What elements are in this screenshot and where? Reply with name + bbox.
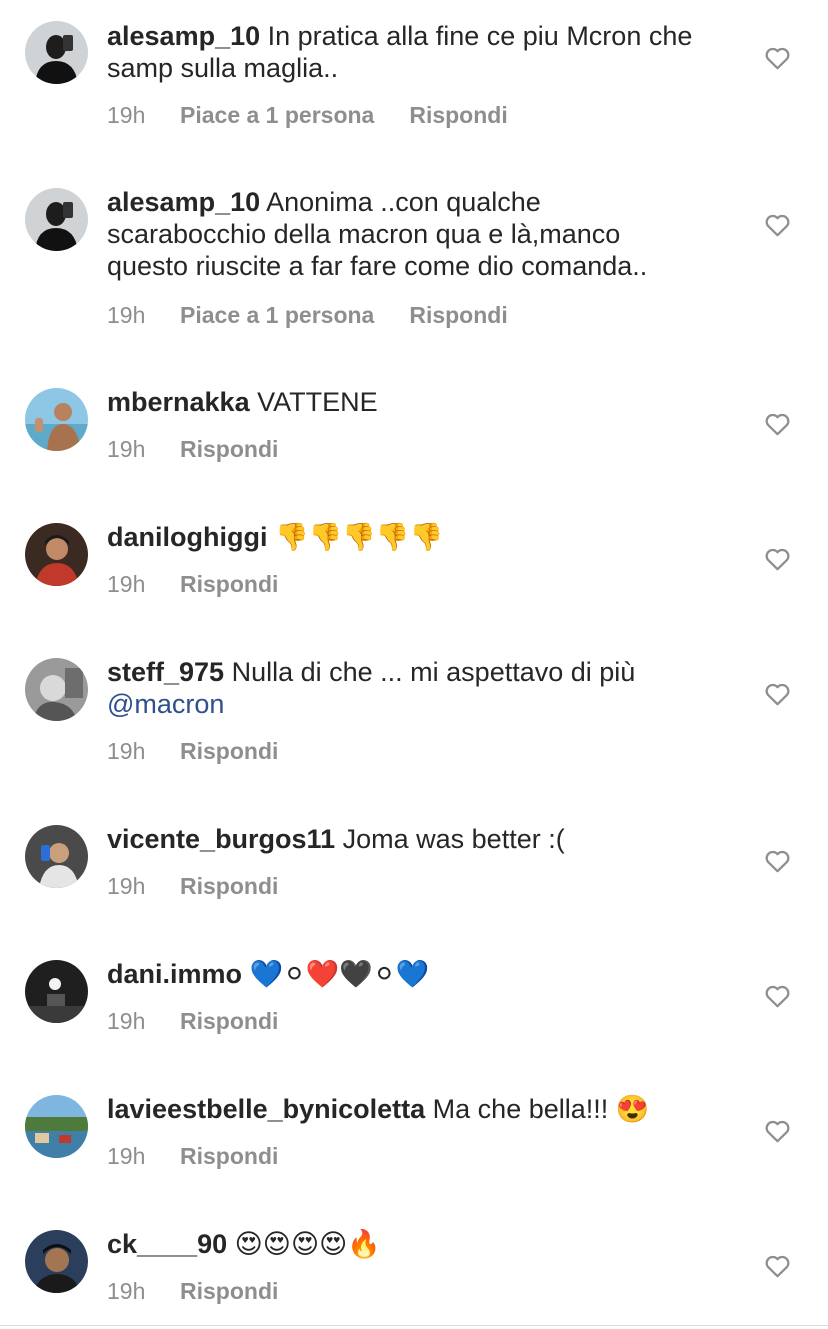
comment-text: ck____90 😍😍😍😍🔥 [107, 1228, 727, 1261]
comment-text: dani.immo 💙⚪❤️🖤⚪💙 [107, 958, 727, 991]
comment-time: 19h [107, 1008, 146, 1034]
comment-meta: 19h Rispondi [107, 1007, 278, 1035]
comment-body: 👎👎👎👎👎 [275, 522, 444, 553]
reply-button[interactable]: Rispondi [180, 570, 278, 598]
comment-text: mbernakka VATTENE [107, 386, 727, 418]
comment-body: Ma che bella!!! 😍 [432, 1094, 650, 1124]
reply-button[interactable]: Rispondi [180, 1007, 278, 1035]
comment-meta: 19h Rispondi [107, 737, 278, 765]
heart-outline-icon[interactable] [764, 983, 791, 1008]
avatar[interactable] [25, 658, 88, 721]
reply-button[interactable]: Rispondi [409, 301, 507, 329]
avatar[interactable] [25, 523, 88, 586]
comment-text: danilo­ghiggi 👎👎👎👎👎 [107, 521, 727, 554]
comment-time: 19h [107, 302, 146, 328]
reply-button[interactable]: Rispondi [180, 872, 278, 900]
comment-text: lavieestbelle_bynicoletta Ma che bella!!… [107, 1093, 727, 1125]
comment-time: 19h [107, 1143, 146, 1169]
comment-time: 19h [107, 436, 146, 462]
comment-body: VATTENE [257, 387, 378, 417]
comment-meta: 19h Rispondi [107, 872, 278, 900]
comment-username[interactable]: lavieestbelle_bynicoletta [107, 1094, 425, 1124]
comment-text: vicente_burgos11 Joma was better :( [107, 823, 727, 855]
comment-likes[interactable]: Piace a 1 persona [180, 301, 374, 329]
comment-username[interactable]: alesamp_10 [107, 187, 260, 217]
comment-time: 19h [107, 571, 146, 597]
avatar[interactable] [25, 21, 88, 84]
comment-username[interactable]: alesamp_10 [107, 21, 260, 51]
comment-body: Nulla di che ... mi aspettavo di più [231, 657, 636, 687]
comment-mention-link[interactable]: @macron [107, 689, 224, 719]
heart-outline-icon[interactable] [764, 1118, 791, 1143]
heart-outline-icon[interactable] [764, 546, 791, 571]
reply-button[interactable]: Rispondi [180, 1277, 278, 1305]
comment-time: 19h [107, 102, 146, 128]
heart-outline-icon[interactable] [764, 848, 791, 873]
comment-meta: 19h Rispondi [107, 1142, 278, 1170]
comment-time: 19h [107, 738, 146, 764]
avatar[interactable] [25, 1095, 88, 1158]
avatar[interactable] [25, 1230, 88, 1293]
comment-meta: 19h Piace a 1 persona Rispondi [107, 101, 508, 129]
comment-username[interactable]: ck____90 [107, 1229, 227, 1259]
comment-time: 19h [107, 873, 146, 899]
comment-body: Joma was better :( [342, 824, 565, 854]
avatar[interactable] [25, 960, 88, 1023]
heart-outline-icon[interactable] [764, 45, 791, 70]
reply-button[interactable]: Rispondi [409, 101, 507, 129]
comment-body: 💙⚪❤️🖤⚪💙 [249, 959, 430, 990]
comment-text: steff_975 Nulla di che ... mi aspettavo … [107, 656, 727, 720]
avatar[interactable] [25, 388, 88, 451]
comment-text: alesamp_10 In pratica alla fine ce piu M… [107, 20, 727, 84]
comment-username[interactable]: steff_975 [107, 657, 224, 687]
comment-username[interactable]: dani.immo [107, 959, 242, 989]
comment-text: alesamp_10 Anonima ..con qualche scarabo… [107, 186, 707, 282]
divider [0, 1325, 828, 1326]
reply-button[interactable]: Rispondi [180, 1142, 278, 1170]
comment-meta: 19h Rispondi [107, 570, 278, 598]
comment-meta: 19h Piace a 1 persona Rispondi [107, 301, 508, 329]
heart-outline-icon[interactable] [764, 212, 791, 237]
heart-outline-icon[interactable] [764, 1253, 791, 1278]
heart-outline-icon[interactable] [764, 681, 791, 706]
comment-body: 😍😍😍😍🔥 [234, 1229, 381, 1260]
comment-username[interactable]: mbernakka [107, 387, 250, 417]
comment-username[interactable]: vicente_burgos11 [107, 824, 335, 854]
avatar[interactable] [25, 825, 88, 888]
comment-meta: 19h Rispondi [107, 435, 278, 463]
reply-button[interactable]: Rispondi [180, 737, 278, 765]
comment-time: 19h [107, 1278, 146, 1304]
comment-likes[interactable]: Piace a 1 persona [180, 101, 374, 129]
comment-username[interactable]: danilo­ghiggi [107, 522, 267, 552]
comment-meta: 19h Rispondi [107, 1277, 278, 1305]
avatar[interactable] [25, 188, 88, 251]
heart-outline-icon[interactable] [764, 411, 791, 436]
reply-button[interactable]: Rispondi [180, 435, 278, 463]
